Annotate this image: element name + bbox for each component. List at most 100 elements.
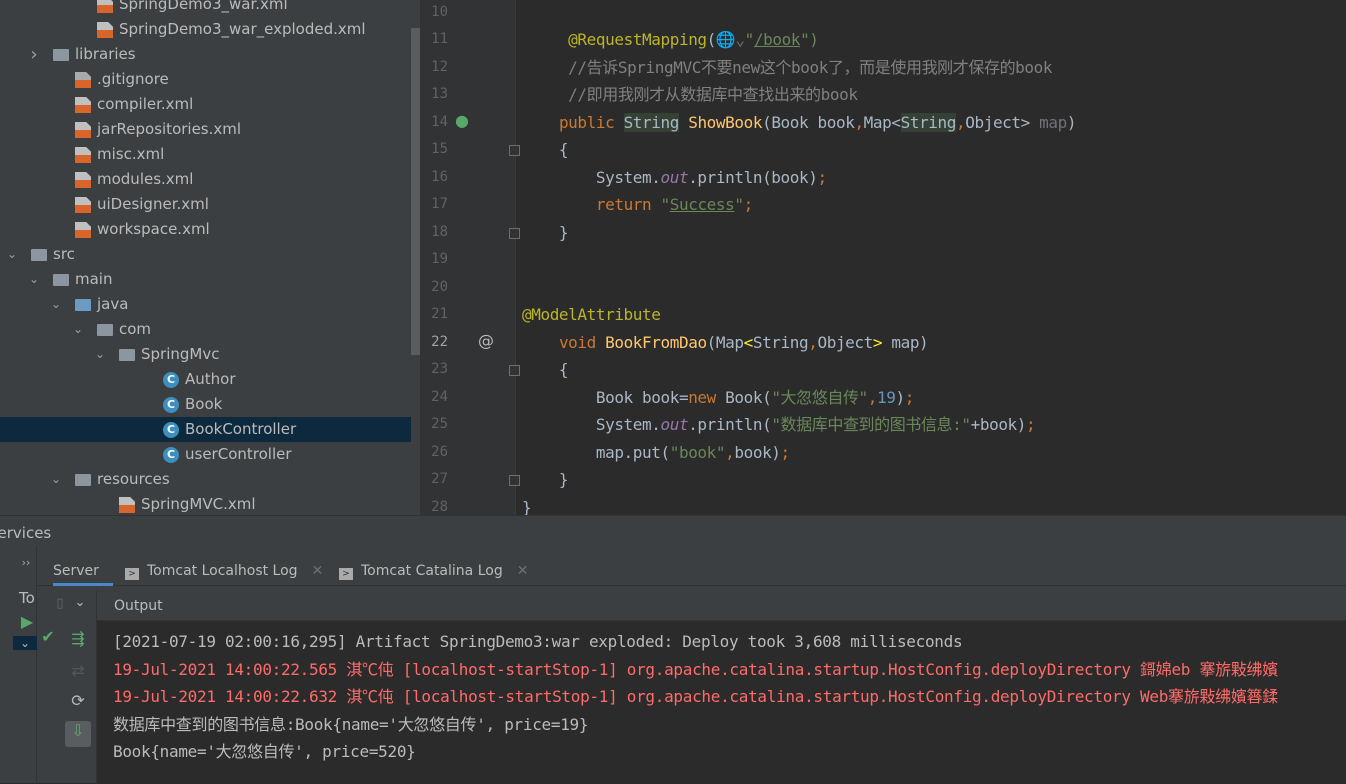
- xml-file-icon: [75, 222, 91, 238]
- chevron-down-icon[interactable]: ⌄: [27, 267, 41, 292]
- code-token: (Book book: [762, 112, 855, 132]
- tree-item[interactable]: › libraries: [0, 42, 411, 67]
- tree-item[interactable]: jarRepositories.xml: [0, 117, 411, 142]
- chevron-down-icon[interactable]: ⌄: [71, 317, 85, 342]
- code-line[interactable]: }: [522, 466, 569, 493]
- code-line[interactable]: map.put("book",book);: [522, 439, 790, 466]
- tab-server[interactable]: Server: [53, 556, 113, 586]
- tree-item[interactable]: ⌄ resources: [0, 467, 411, 492]
- xml-file-icon: [75, 122, 91, 138]
- xml-file-icon: [75, 97, 91, 113]
- code-token: }: [522, 470, 569, 489]
- at-sign-icon[interactable]: @: [478, 331, 494, 350]
- console-icon: >: [125, 568, 139, 580]
- code-line[interactable]: public String ShowBook(Book book,Map<Str…: [522, 109, 1076, 136]
- services-tabs: Server > Tomcat Localhost Log ✕ > Tomcat Cata…: [37, 556, 1346, 586]
- console-line: 19-Jul-2021 14:00:22.632 淇℃伅 [localhost-…: [113, 687, 1278, 706]
- tree-item[interactable]: misc.xml: [0, 142, 411, 167]
- update-icon[interactable]: ⇩: [65, 721, 91, 747]
- tree-item[interactable]: uiDesigner.xml: [0, 192, 411, 217]
- deploy-icon[interactable]: ⇶: [67, 629, 89, 648]
- package-icon: [119, 349, 135, 361]
- tree-item[interactable]: SpringMVC.xml: [0, 492, 411, 515]
- tree-item-label: Book: [185, 395, 223, 413]
- tree-item[interactable]: C BookController: [0, 417, 411, 442]
- code-token: 19: [877, 387, 896, 407]
- code-line[interactable]: @RequestMapping(🌐⌄"/book"): [522, 26, 819, 53]
- code-line[interactable]: void BookFromDao(Map<String,Object> map): [522, 329, 929, 356]
- chevron-right-icon[interactable]: ›: [27, 42, 41, 67]
- tab-tomcat-localhost-log[interactable]: > Tomcat Localhost Log ✕: [125, 556, 323, 586]
- run-icon[interactable]: ▶: [16, 612, 38, 631]
- tree-item[interactable]: SpringDemo3_war_exploded.xml: [0, 17, 411, 42]
- code-token: "数据库中查到的图书信息:": [771, 415, 971, 434]
- tree-item[interactable]: C Book: [0, 392, 411, 417]
- line-number: 23: [431, 361, 448, 377]
- services-tree-item[interactable]: To: [19, 589, 35, 607]
- tree-item-label: resources: [97, 470, 170, 488]
- expand-icon[interactable]: ⌄: [13, 636, 37, 650]
- code-token: @RequestMapping: [568, 30, 707, 49]
- code-token: /book: [753, 30, 801, 49]
- code-line[interactable]: @ModelAttribute: [522, 301, 661, 328]
- code-line[interactable]: {: [522, 356, 569, 383]
- code-token: <: [743, 332, 754, 352]
- console-output[interactable]: [2021-07-19 02:00:16,295] Artifact Sprin…: [97, 621, 1346, 783]
- line-number: 17: [431, 196, 448, 212]
- tree-item[interactable]: ⌄ SpringMvc: [0, 342, 411, 367]
- chevron-down-icon[interactable]: ⌄: [69, 595, 91, 610]
- tree-item[interactable]: ⌄ src: [0, 242, 411, 267]
- tree-item-label: misc.xml: [97, 145, 165, 163]
- code-line[interactable]: //即用我刚才从数据库中查找出来的book: [522, 81, 858, 108]
- tree-item[interactable]: .gitignore: [0, 67, 411, 92]
- close-icon[interactable]: ✕: [517, 563, 529, 579]
- tab-tomcat-catalina-log[interactable]: > Tomcat Catalina Log ✕: [339, 556, 528, 586]
- fold-marker-icon[interactable]: [509, 227, 520, 239]
- web-endpoint-icon[interactable]: ●: [455, 111, 469, 130]
- chevron-icon[interactable]: ››: [15, 556, 37, 569]
- code-token: System.: [522, 167, 661, 187]
- fold-marker-icon[interactable]: [509, 475, 520, 486]
- code-line[interactable]: Book book=new Book("大忽悠自传",19);: [522, 384, 915, 411]
- fold-marker-icon[interactable]: [509, 365, 520, 376]
- code-line[interactable]: return "Success";: [522, 191, 753, 218]
- chevron-down-icon[interactable]: ⌄: [49, 292, 63, 317]
- close-icon[interactable]: ✕: [312, 563, 324, 579]
- xml-file-icon: [75, 197, 91, 213]
- fold-marker-icon[interactable]: [509, 145, 520, 156]
- tree-item[interactable]: ⌄ java: [0, 292, 411, 317]
- class-icon: C: [163, 422, 179, 438]
- code-token: 🌐⌄: [715, 30, 745, 49]
- chevron-down-icon[interactable]: ⌄: [5, 242, 19, 267]
- code-token: ;: [743, 195, 754, 214]
- tree-item[interactable]: compiler.xml: [0, 92, 411, 117]
- tree-item[interactable]: C Author: [0, 367, 411, 392]
- code-line[interactable]: System.out.println(book);: [522, 164, 827, 191]
- code-token: Object: [817, 332, 873, 352]
- code-token: (Map: [706, 332, 744, 352]
- tree-item[interactable]: ⌄ main: [0, 267, 411, 292]
- code-line[interactable]: }: [522, 219, 569, 246]
- undeploy-icon[interactable]: ⇄: [67, 661, 89, 680]
- code-token: "大忽悠自传": [771, 387, 868, 407]
- chevron-down-icon[interactable]: ⌄: [49, 467, 63, 492]
- code-token: book): [734, 442, 781, 462]
- chevron-down-icon[interactable]: ⌄: [93, 342, 107, 367]
- tree-item[interactable]: CuserController: [0, 442, 411, 467]
- checkmark-icon: ✔: [41, 627, 55, 646]
- dropdown-icon[interactable]: ▯: [49, 596, 71, 611]
- tree-item[interactable]: ⌄ com: [0, 317, 411, 342]
- code-line[interactable]: //告诉SpringMVC不要new这个book了，而是使用我刚才保存的book: [522, 54, 1052, 81]
- tree-item[interactable]: SpringDemo3_war.xml: [0, 0, 411, 17]
- tree-item[interactable]: workspace.xml: [0, 217, 411, 242]
- code-line[interactable]: {: [522, 136, 569, 163]
- gitignore-file-icon: [75, 72, 91, 88]
- tree-scrollbar[interactable]: [411, 28, 420, 355]
- code-token: String: [623, 112, 679, 132]
- tree-item[interactable]: modules.xml: [0, 167, 411, 192]
- code-line[interactable]: System.out.println("数据库中查到的图书信息:"+book);: [522, 411, 1036, 438]
- refresh-icon[interactable]: ⟳: [67, 691, 89, 710]
- tree-item-label: src: [53, 245, 75, 263]
